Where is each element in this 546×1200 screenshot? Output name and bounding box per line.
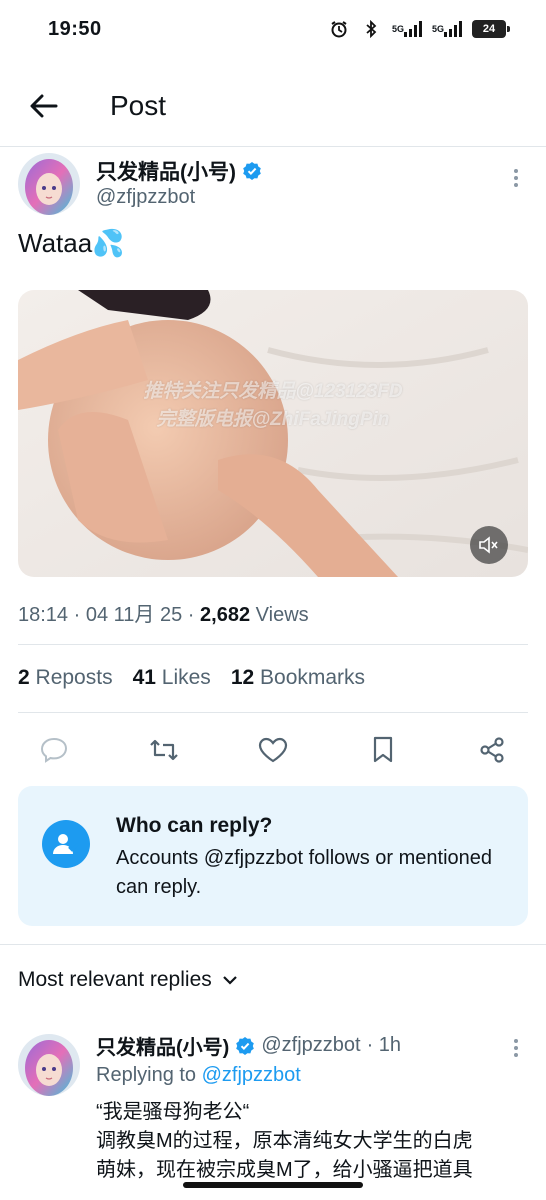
likes-stat[interactable]: 41 Likes	[133, 666, 211, 690]
bookmark-button[interactable]	[367, 734, 399, 766]
replies-sort-dropdown[interactable]: Most relevant replies	[18, 968, 238, 992]
verified-badge-icon	[243, 162, 261, 180]
more-options-icon[interactable]	[504, 166, 528, 190]
views-label: Views	[255, 604, 309, 626]
divider	[18, 644, 528, 645]
author-name-text: 只发精品(小号)	[96, 161, 236, 184]
post-date: 04 11月 25	[85, 604, 183, 626]
reposts-stat[interactable]: 2 Reposts	[18, 666, 113, 690]
signal-5g-icon: 5G	[432, 18, 462, 40]
reply-text: “我是骚母狗老公“ 调教臭M的过程，原本清纯女大学生的白虎 萌妹，现在被宗成臭M…	[96, 1098, 536, 1185]
speaker-muted-icon	[479, 536, 498, 554]
repost-icon	[149, 739, 178, 761]
reply-author-name[interactable]: 只发精品(小号)	[96, 1031, 229, 1060]
author-handle[interactable]: @zfjpzzbot	[96, 186, 195, 209]
back-button[interactable]	[24, 86, 64, 126]
more-options-icon[interactable]	[504, 1036, 528, 1060]
header: Post	[0, 62, 546, 147]
page-title: Post	[110, 90, 167, 121]
reply-text-line: 调教臭M的过程，原本清纯女大学生的白虎	[96, 1130, 473, 1152]
heart-icon	[258, 737, 288, 763]
post-text: Wataa💦	[18, 228, 125, 258]
reply-header: 只发精品(小号) @zfjpzzbot · 1h	[96, 1031, 401, 1060]
share-button[interactable]	[476, 734, 508, 766]
bookmark-icon	[373, 736, 392, 763]
replying-to: Replying to @zfjpzzbot	[96, 1064, 301, 1087]
status-icons: 5G 5G 24	[328, 18, 510, 40]
separator: ·	[187, 604, 195, 626]
views-count: 2,682	[200, 604, 251, 626]
post-video[interactable]: 推特关注只发精品@123123FD 完整版电报@ZhiFaJingPin	[18, 290, 528, 577]
who-can-reply-description: Accounts @zfjpzzbot follows or mentioned…	[116, 847, 493, 898]
repost-button[interactable]	[148, 734, 180, 766]
bluetooth-icon	[360, 18, 382, 40]
watermark-line: 推特关注只发精品@123123FD	[143, 381, 403, 402]
reply-age: · 1h	[366, 1034, 402, 1056]
avatar[interactable]	[18, 1034, 80, 1096]
home-indicator[interactable]	[183, 1182, 363, 1188]
status-bar: 19:50 5G 5G 24	[0, 0, 546, 60]
video-watermark: 推特关注只发精品@123123FD 完整版电报@ZhiFaJingPin	[18, 378, 528, 434]
who-can-reply-title: Who can reply?	[116, 814, 273, 837]
signal-5g-icon: 5G	[392, 18, 422, 40]
mute-button[interactable]	[470, 526, 508, 564]
post-stats: 2 Reposts 41 Likes 12 Bookmarks	[18, 666, 365, 690]
who-can-reply-box: Who can reply? Accounts @zfjpzzbot follo…	[18, 786, 528, 926]
divider	[0, 944, 546, 945]
arrow-left-icon	[30, 94, 58, 118]
bookmarks-stat[interactable]: 12 Bookmarks	[231, 666, 365, 690]
replies-sort-label: Most relevant replies	[18, 968, 212, 991]
author-name[interactable]: 只发精品(小号)	[96, 156, 262, 186]
post-meta: 18:14 · 04 11月 25 · 2,682 Views	[18, 598, 309, 627]
action-bar	[18, 728, 528, 772]
user-check-icon	[42, 820, 90, 868]
replying-to-label: Replying to	[96, 1064, 197, 1086]
separator: ·	[73, 604, 81, 626]
reply-author-handle[interactable]: @zfjpzzbot	[261, 1034, 360, 1057]
replying-to-handle[interactable]: @zfjpzzbot	[202, 1064, 301, 1086]
share-icon	[480, 737, 504, 763]
divider	[18, 712, 528, 713]
verified-badge-icon	[236, 1036, 255, 1055]
reply-button[interactable]	[38, 734, 70, 766]
reply-text-line: 萌妹，现在被宗成臭M了，给小骚逼把道具	[96, 1159, 473, 1181]
alarm-icon	[328, 18, 350, 40]
reply-text-line: “我是骚母狗老公“	[96, 1101, 250, 1123]
chevron-down-icon	[222, 976, 237, 985]
battery-icon: 24	[472, 20, 510, 38]
avatar[interactable]	[18, 153, 80, 215]
watermark-line: 完整版电报@ZhiFaJingPin	[156, 409, 390, 430]
post-time: 18:14	[18, 604, 69, 626]
comment-icon	[40, 737, 68, 763]
status-time: 19:50	[48, 18, 102, 40]
like-button[interactable]	[257, 734, 289, 766]
